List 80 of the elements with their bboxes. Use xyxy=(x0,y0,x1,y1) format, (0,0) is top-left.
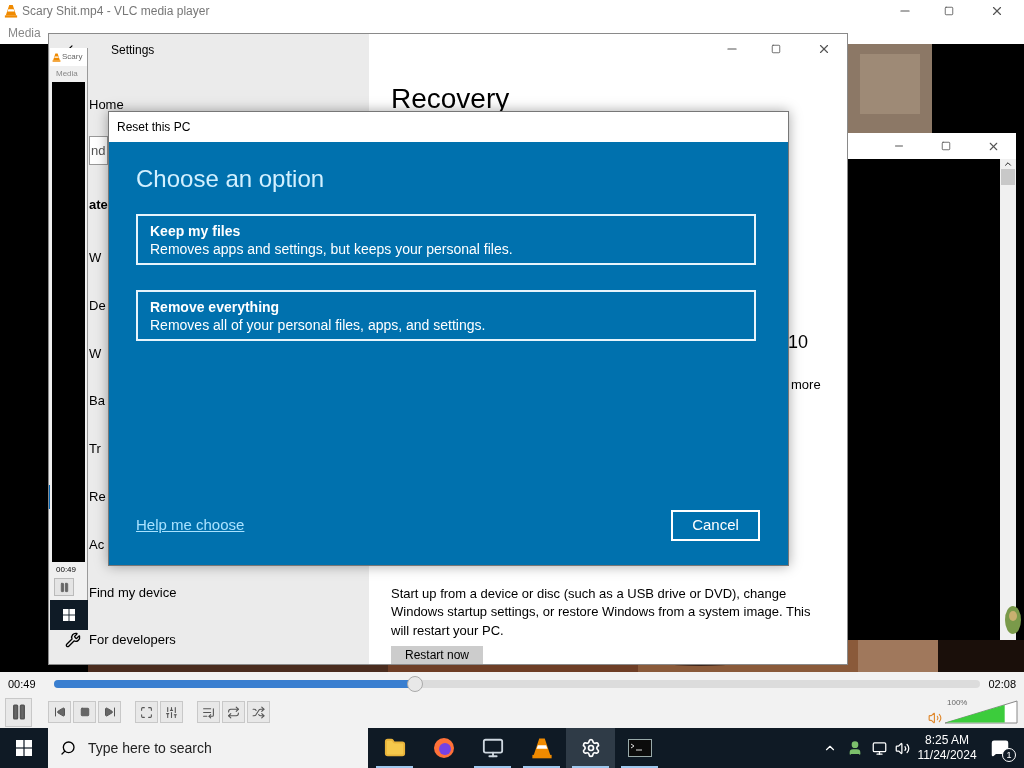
elapsed-time: 00:49 xyxy=(56,564,78,576)
playlist-icon xyxy=(202,705,215,719)
dialog-heading: Choose an option xyxy=(136,164,326,194)
maximize-icon[interactable] xyxy=(944,6,954,16)
menu-item[interactable]: Media xyxy=(8,24,41,42)
stop-icon xyxy=(79,707,90,717)
shuffle-icon xyxy=(252,705,265,719)
clock-time: 8:25 AM xyxy=(925,733,969,748)
seek-handle[interactable] xyxy=(407,676,424,692)
dialog-title: Reset this PC xyxy=(117,119,191,136)
page-heading: Recovery xyxy=(391,82,510,115)
window-title: Settings xyxy=(111,41,155,59)
pause-icon xyxy=(58,581,70,593)
stop-button[interactable] xyxy=(73,701,96,723)
shuffle-button[interactable] xyxy=(247,701,270,723)
cone-icon xyxy=(530,737,553,759)
volume-slider[interactable]: 100% xyxy=(944,700,1018,724)
sliders-icon xyxy=(165,705,178,719)
option-button[interactable]: Keep my files Removes apps and settings, but keeps your personal files. xyxy=(136,214,756,265)
start-tile[interactable] xyxy=(50,600,88,630)
volume-reading: 100% xyxy=(947,697,968,709)
search-icon xyxy=(60,740,76,756)
sidebar-item[interactable]: Tr xyxy=(89,439,101,459)
fullscreen-icon xyxy=(140,705,153,719)
windows-logo-icon xyxy=(63,609,75,621)
search-field[interactable]: nd xyxy=(89,135,109,166)
pause-button[interactable] xyxy=(54,578,74,596)
section-text: 10 xyxy=(788,331,809,352)
sidebar-item[interactable]: Find my device xyxy=(89,582,177,603)
monitor-icon xyxy=(481,737,504,759)
sidebar-item[interactable]: Ac xyxy=(89,534,105,555)
taskbar-app[interactable] xyxy=(566,728,615,768)
scrollbar[interactable] xyxy=(1000,159,1016,640)
sidebar-item[interactable]: For developers xyxy=(89,630,176,650)
folder-icon xyxy=(383,737,406,759)
sidebar-item[interactable]: De xyxy=(89,295,106,316)
close-icon[interactable] xyxy=(990,4,1004,18)
fullscreen-button[interactable] xyxy=(135,701,158,723)
option-button[interactable]: Remove everything Removes all of your personal files, apps, and settings. xyxy=(136,290,756,341)
loop-button[interactable] xyxy=(222,701,245,723)
window-title: Scary Shit.mp4 - VLC media player xyxy=(22,3,210,20)
pause-button[interactable] xyxy=(5,697,32,727)
playlist-button[interactable] xyxy=(197,701,220,723)
search-field[interactable]: Type here to search xyxy=(48,728,368,768)
scroll-up-icon[interactable] xyxy=(1003,159,1013,169)
cone-icon xyxy=(4,4,18,18)
next-button[interactable] xyxy=(98,701,121,723)
scroll-thumb[interactable] xyxy=(1001,169,1015,185)
volume-icon[interactable] xyxy=(895,740,910,756)
terminal-icon xyxy=(627,739,652,757)
cancel-button[interactable]: Cancel xyxy=(671,510,760,541)
settings-icon xyxy=(580,738,601,758)
help-link[interactable]: Help me choose xyxy=(136,514,245,537)
sidebar-item[interactable]: Home xyxy=(89,94,124,115)
notification-count: 1 xyxy=(1002,748,1016,762)
elapsed-time: 00:49 xyxy=(8,676,37,692)
maximize-icon[interactable] xyxy=(941,141,951,151)
total-time: 02:08 xyxy=(988,676,1016,692)
person-icon[interactable] xyxy=(847,740,863,756)
restart-button[interactable]: Restart now xyxy=(391,646,484,664)
tools-icon xyxy=(65,632,81,649)
loop-icon xyxy=(227,705,240,719)
sidebar-item[interactable]: W xyxy=(89,343,102,364)
description-text: Start up from a device or disc (such as a USB drive or DVD), change Windows startup settings, or restore Windows from a system image. This will restart your PC. xyxy=(391,584,812,640)
equalizer-button[interactable] xyxy=(160,701,183,723)
sidebar-item[interactable]: Re xyxy=(89,487,106,507)
sidebar-item[interactable]: W xyxy=(89,248,102,268)
clock-date: 11/24/2024 xyxy=(917,748,977,763)
fox-globe-icon xyxy=(432,737,455,759)
sidebar-item[interactable]: Ba xyxy=(89,391,105,411)
link-text: more xyxy=(791,376,821,393)
sidebar-item[interactable]: ate xyxy=(89,194,108,215)
maximize-icon[interactable] xyxy=(771,44,781,55)
windows-logo-icon xyxy=(16,740,32,756)
window-title: Scary xyxy=(62,51,83,63)
previous-icon xyxy=(53,706,66,718)
previous-button[interactable] xyxy=(48,701,71,723)
network-icon[interactable] xyxy=(872,740,887,756)
figure-icon xyxy=(1004,604,1022,636)
next-icon xyxy=(103,706,116,718)
